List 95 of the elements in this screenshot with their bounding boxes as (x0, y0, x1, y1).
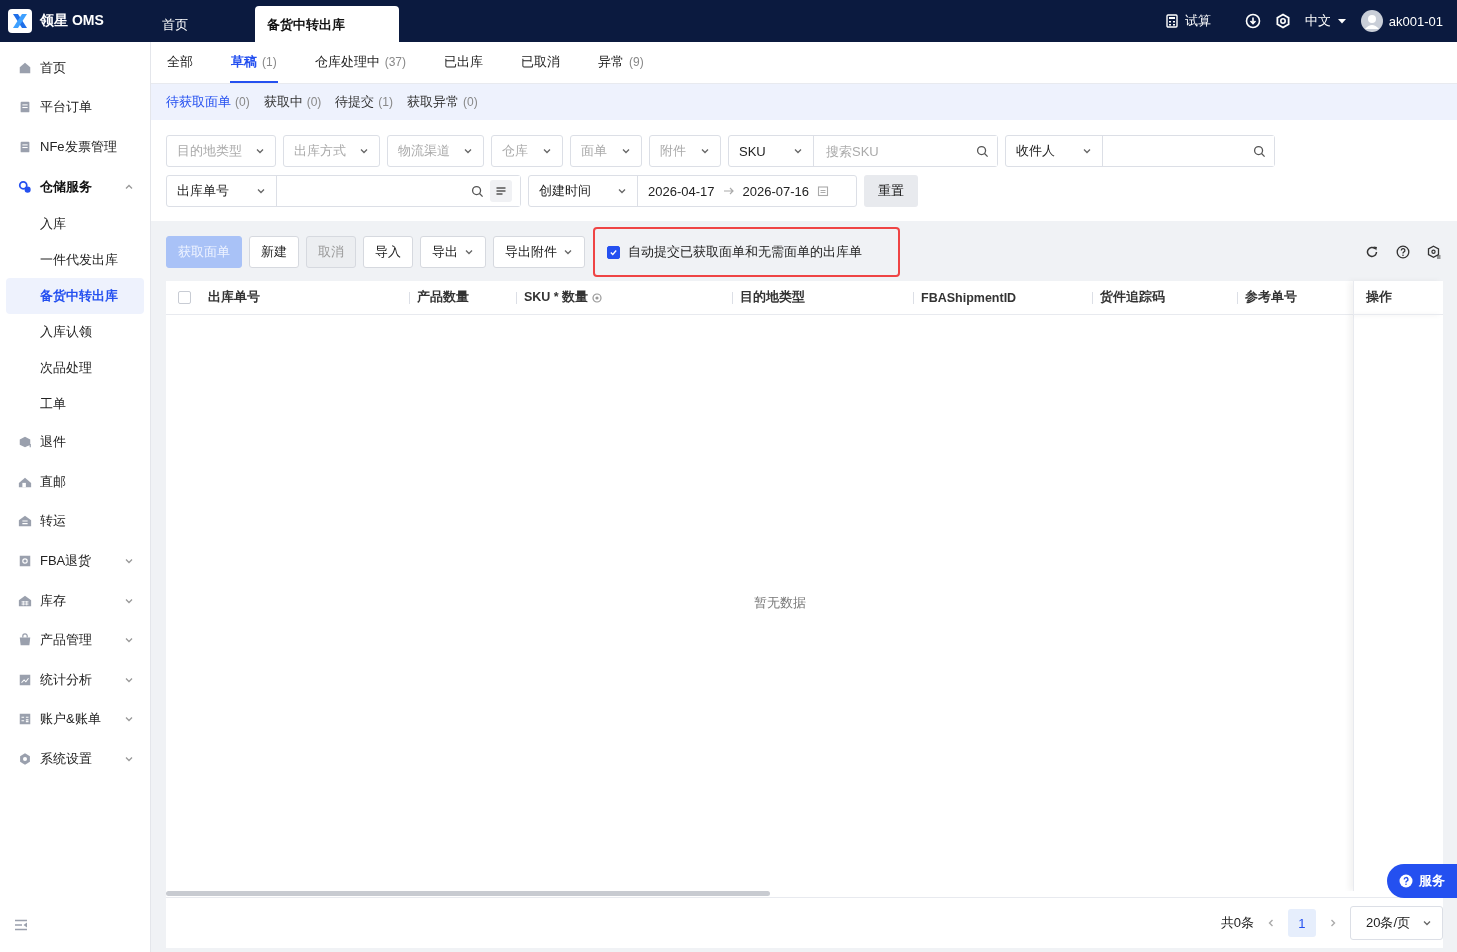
calculator-icon (1164, 14, 1179, 28)
status-tab[interactable]: 仓库处理中 (37) (313, 42, 407, 83)
chevron-down-icon (464, 247, 474, 257)
chevron-down-icon (359, 146, 369, 156)
service-button[interactable]: 服务 (1387, 864, 1457, 898)
sidebar-item[interactable]: 系统设置 (6, 739, 144, 779)
status-tab[interactable]: 已出库 (443, 42, 484, 83)
chevron-down-icon (700, 146, 710, 156)
app-logo-text: 领星 OMS (40, 12, 104, 30)
sidebar-subitem[interactable]: 备货中转出库 (6, 278, 144, 315)
caret-down-icon (1336, 16, 1347, 26)
sidebar-item[interactable]: 账户&账单 (6, 699, 144, 740)
status-tab[interactable]: 全部 (166, 42, 194, 83)
column-settings-icon[interactable] (1427, 245, 1441, 259)
column-header: 产品数量 (417, 289, 469, 306)
sidebar-item[interactable]: NFe发票管理 (6, 127, 144, 167)
scrollbar-thumb[interactable] (166, 891, 770, 896)
date-type-dropdown[interactable]: 创建时间 (529, 176, 638, 206)
check-icon (609, 247, 618, 257)
settings-icon[interactable] (1274, 13, 1291, 29)
highlighted-checkbox-option[interactable]: 自动提交已获取面单和无需面单的出库单 (593, 227, 900, 277)
empty-state-text: 暂无数据 (753, 594, 806, 612)
sidebar-item[interactable]: 统计分析 (6, 659, 144, 700)
status-tab[interactable]: 已取消 (520, 42, 561, 83)
sidebar-item[interactable]: 仓储服务 (6, 166, 144, 207)
sidebar-item[interactable]: 转运 (6, 501, 144, 542)
column-header: 操作 (1366, 289, 1392, 306)
collapse-menu-icon[interactable] (14, 919, 28, 931)
column-header: 出库单号 (208, 289, 260, 306)
chevron-down-icon (563, 247, 573, 257)
checkbox[interactable] (607, 245, 620, 259)
sidebar-item[interactable]: 平台订单 (6, 87, 144, 128)
page-size-dropdown[interactable]: 20条/页 (1349, 906, 1443, 940)
status-tab[interactable]: 异常 (9) (597, 42, 645, 83)
arrow-right-icon (722, 186, 735, 196)
chevron-down-icon (621, 146, 631, 156)
checkbox-label: 自动提交已获取面单和无需面单的出库单 (628, 243, 862, 261)
sidebar-subitem[interactable]: 工单 (6, 386, 144, 423)
box-icon (18, 435, 32, 450)
sub-tab[interactable]: 待获取面单 (0) (166, 93, 250, 111)
page-tab[interactable]: 首页 (150, 6, 200, 42)
sidebar-subitem[interactable]: 次品处理 (6, 350, 144, 387)
page-tab[interactable]: 备货中转出库 (255, 6, 399, 42)
sidebar-item[interactable]: FBA退货 (6, 541, 144, 581)
ledger-icon (18, 712, 32, 727)
logo-icon (8, 9, 32, 33)
sidebar-item[interactable]: 库存 (6, 580, 144, 621)
sidebar-item[interactable]: 直邮 (6, 461, 144, 502)
sub-tab[interactable]: 获取中 (0) (263, 93, 322, 111)
column-header: 货件追踪码 (1100, 289, 1165, 306)
select-all-checkbox[interactable] (178, 291, 191, 304)
page-button[interactable]: 1 (1287, 909, 1316, 937)
toolbar-button[interactable]: 导出附件 (493, 236, 585, 268)
sidebar-subitem[interactable]: 一件代发出库 (6, 242, 144, 279)
total-count: 共0条 (1220, 914, 1254, 932)
hexagon-icon (18, 751, 32, 766)
column-header: 参考单号 (1245, 289, 1297, 306)
toolbar-button[interactable]: 导出 (420, 236, 486, 268)
column-header: FBAShipmentID (921, 290, 1017, 305)
column-header: 目的地类型 (740, 289, 805, 306)
download-icon[interactable] (1244, 13, 1261, 29)
sidebar-subitem[interactable]: 入库认领 (6, 314, 144, 351)
refresh-icon[interactable] (1365, 245, 1379, 259)
trial-link[interactable]: 试算 (1164, 12, 1211, 30)
help-icon (1399, 874, 1413, 888)
sidebar-item[interactable]: 首页 (6, 48, 144, 88)
info-icon (592, 292, 603, 303)
square-icon (18, 553, 32, 568)
sidebar-subitem[interactable]: 入库 (6, 206, 144, 243)
chevron-down-icon (1422, 918, 1432, 928)
bag-icon (18, 633, 32, 648)
sidebar-item[interactable]: 产品管理 (6, 620, 144, 660)
sidebar-item[interactable]: 退件 (6, 422, 144, 462)
chart-icon (18, 672, 32, 687)
building-icon (18, 593, 32, 608)
chevron-down-icon (617, 186, 627, 196)
column-header: SKU * 数量 (524, 289, 589, 306)
home-icon (18, 60, 32, 75)
language-dropdown[interactable]: 中文 (1304, 12, 1347, 30)
chevron-down-icon (255, 146, 265, 156)
chevron-down-icon (542, 146, 552, 156)
date-range-picker[interactable]: 2026-04-17 2026-07-16 (638, 176, 856, 206)
sub-tab[interactable]: 获取异常 (0) (407, 93, 478, 111)
avatar-icon (1360, 10, 1383, 32)
house-icon (18, 514, 32, 529)
sub-tab[interactable]: 待提交 (1) (335, 93, 393, 111)
reset-button[interactable]: 重置 (864, 175, 918, 207)
clipboard-icon (18, 100, 32, 115)
user-menu[interactable]: ak001-01 (1360, 10, 1443, 32)
calendar-icon (817, 185, 829, 197)
help-icon[interactable] (1396, 245, 1410, 259)
toolbar-button[interactable]: 导入 (363, 236, 413, 268)
clipboard-icon (18, 140, 32, 154)
chevron-down-icon (463, 146, 473, 156)
toolbar-button[interactable]: 新建 (249, 236, 299, 268)
